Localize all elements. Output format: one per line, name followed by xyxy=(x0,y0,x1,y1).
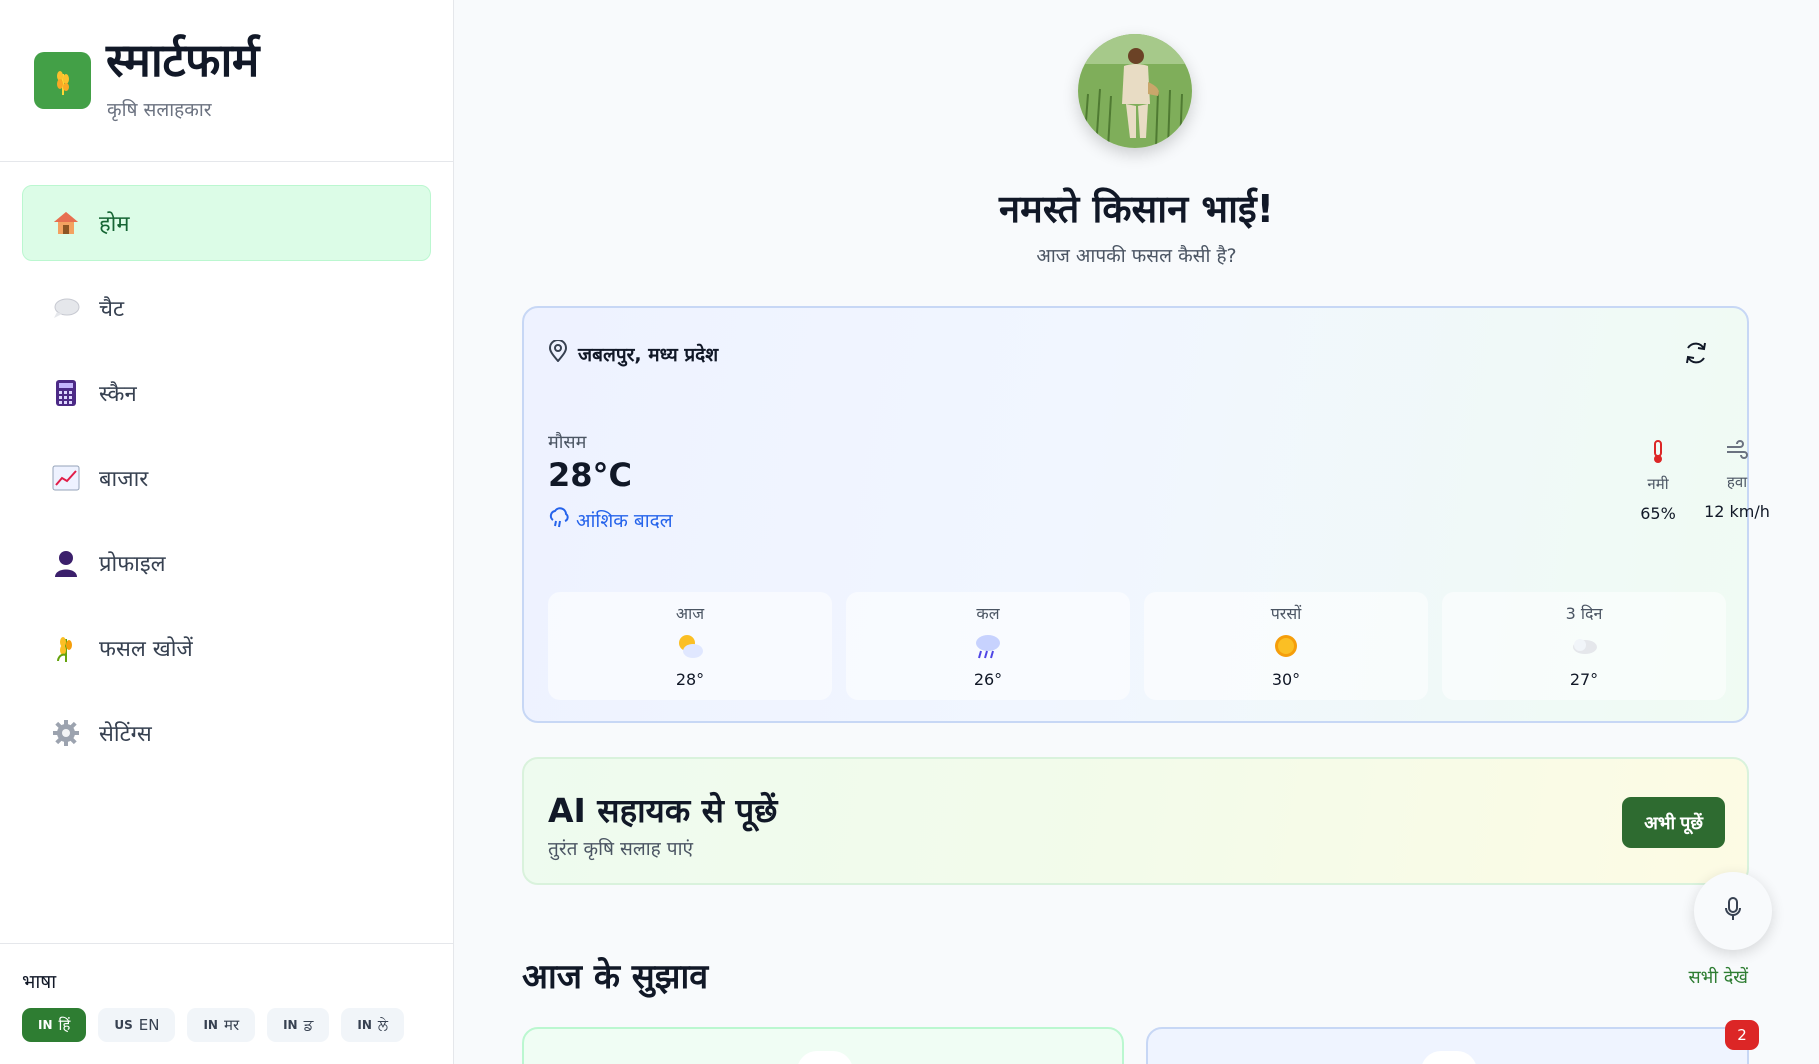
cloud-rain-icon xyxy=(548,506,570,533)
humidity-stat: नमी 65% xyxy=(1618,440,1698,523)
location: जबलपुर, मध्य प्रदेश xyxy=(548,339,719,367)
greeting-title: नमस्ते किसान भाई! xyxy=(999,187,1274,231)
thermometer-icon xyxy=(1618,440,1698,468)
forecast-day: आज 28° xyxy=(548,592,832,700)
avatar[interactable] xyxy=(1078,34,1192,148)
sidebar-item-label: बाजार xyxy=(99,467,149,492)
location-pin-icon xyxy=(548,339,568,367)
app-subtitle: कृषि सलाहकार xyxy=(107,99,212,121)
tip-card[interactable] xyxy=(1146,1027,1749,1064)
brand-header: स्मार्टफार्म कृषि सलाहकार xyxy=(0,0,453,162)
refresh-icon[interactable] xyxy=(1683,340,1711,368)
wind-label: हवा xyxy=(1726,473,1748,491)
language-title: भाषा xyxy=(22,971,57,993)
sidebar-item-settings[interactable]: सेटिंग्स xyxy=(22,695,431,771)
sidebar-item-label: प्रोफाइल xyxy=(99,552,166,577)
weather-card: जबलपुर, मध्य प्रदेश मौसम 28°C आंशिक बादल… xyxy=(522,306,1770,723)
forecast-row: आज 28° कल 26° परसों 30° 3 दिन 27° xyxy=(548,592,1726,700)
sidebar-item-scan[interactable]: स्कैन xyxy=(22,355,431,431)
app-title: स्मार्टफार्म xyxy=(106,33,259,87)
crop-icon xyxy=(51,633,81,663)
microphone-button[interactable] xyxy=(1694,872,1772,950)
wind-value: 12 km/h xyxy=(1704,502,1770,521)
weather-temperature: 28°C xyxy=(548,456,633,494)
sidebar-item-chat[interactable]: चैट xyxy=(22,270,431,346)
forecast-day: कल 26° xyxy=(846,592,1130,700)
sidebar-item-market[interactable]: बाजार xyxy=(22,440,431,516)
sidebar-item-crop-search[interactable]: फसल खोजें xyxy=(22,610,431,686)
sidebar-item-label: सेटिंग्स xyxy=(99,722,152,747)
sidebar: स्मार्टफार्म कृषि सलाहकार होम चैट स्कैन xyxy=(0,0,454,1064)
calculator-icon xyxy=(51,378,81,408)
rain-cloud-icon xyxy=(846,628,1130,664)
humidity-label: नमी xyxy=(1647,475,1669,493)
sun-behind-cloud-icon xyxy=(548,628,832,664)
speech-bubble-icon xyxy=(51,293,81,323)
forecast-day: परसों 30° xyxy=(1144,592,1428,700)
sidebar-item-profile[interactable]: प्रोफाइल xyxy=(22,525,431,601)
gear-icon xyxy=(51,718,81,748)
see-all-link[interactable]: सभी देखें xyxy=(1689,965,1749,989)
location-text: जबलपुर, मध्य प्रदेश xyxy=(578,343,719,366)
weather-condition: आंशिक बादल xyxy=(548,506,673,533)
house-icon xyxy=(51,208,81,238)
sidebar-item-label: फसल खोजें xyxy=(99,637,193,662)
language-section: भाषा IN हिं US EN IN मर IN ਡ IN ਲੇ xyxy=(0,943,453,1064)
language-option-marathi[interactable]: IN मर xyxy=(187,1008,256,1042)
wind-icon xyxy=(1692,440,1782,466)
wind-stat: हवा 12 km/h xyxy=(1692,440,1782,521)
sidebar-item-label: स्कैन xyxy=(99,382,137,407)
sun-icon xyxy=(1144,628,1428,664)
sidebar-item-label: चैट xyxy=(99,297,125,322)
microphone-icon xyxy=(1724,897,1742,925)
ask-now-button[interactable]: अभी पूछें xyxy=(1622,797,1725,848)
tip-card[interactable] xyxy=(522,1027,1124,1064)
language-option-english[interactable]: US EN xyxy=(98,1008,176,1042)
notification-badge: 2 xyxy=(1725,1020,1759,1050)
language-option-hindi[interactable]: IN हिं xyxy=(22,1008,87,1042)
language-option-4[interactable]: IN ਡ xyxy=(267,1008,330,1042)
chart-up-icon xyxy=(51,463,81,493)
language-option-5[interactable]: IN ਲੇ xyxy=(341,1008,405,1042)
ai-card-title: AI सहायक से पूछें xyxy=(548,791,778,830)
person-icon xyxy=(51,548,81,578)
language-options: IN हिं US EN IN मर IN ਡ IN ਲੇ xyxy=(22,1008,405,1042)
greeting-subtitle: आज आपकी फसल कैसी है? xyxy=(1036,245,1237,267)
wheat-icon xyxy=(34,52,91,109)
weather-label: मौसम xyxy=(548,432,587,453)
tips-section-title: आज के सुझाव xyxy=(522,957,709,997)
sidebar-item-home[interactable]: होम xyxy=(22,185,431,261)
humidity-value: 65% xyxy=(1640,504,1676,523)
forecast-day: 3 दिन 27° xyxy=(1442,592,1726,700)
cloud-icon xyxy=(1442,628,1726,664)
sidebar-item-label: होम xyxy=(99,212,130,237)
ai-card-subtitle: तुरंत कृषि सलाह पाएं xyxy=(548,838,694,860)
ai-assistant-card: AI सहायक से पूछें तुरंत कृषि सलाह पाएं अ… xyxy=(522,757,1749,885)
main-content: नमस्ते किसान भाई! आज आपकी फसल कैसी है? ज… xyxy=(454,0,1819,1064)
sidebar-nav: होम चैट स्कैन बाजार प्रोफाइल फसल खोजें स… xyxy=(22,185,431,780)
